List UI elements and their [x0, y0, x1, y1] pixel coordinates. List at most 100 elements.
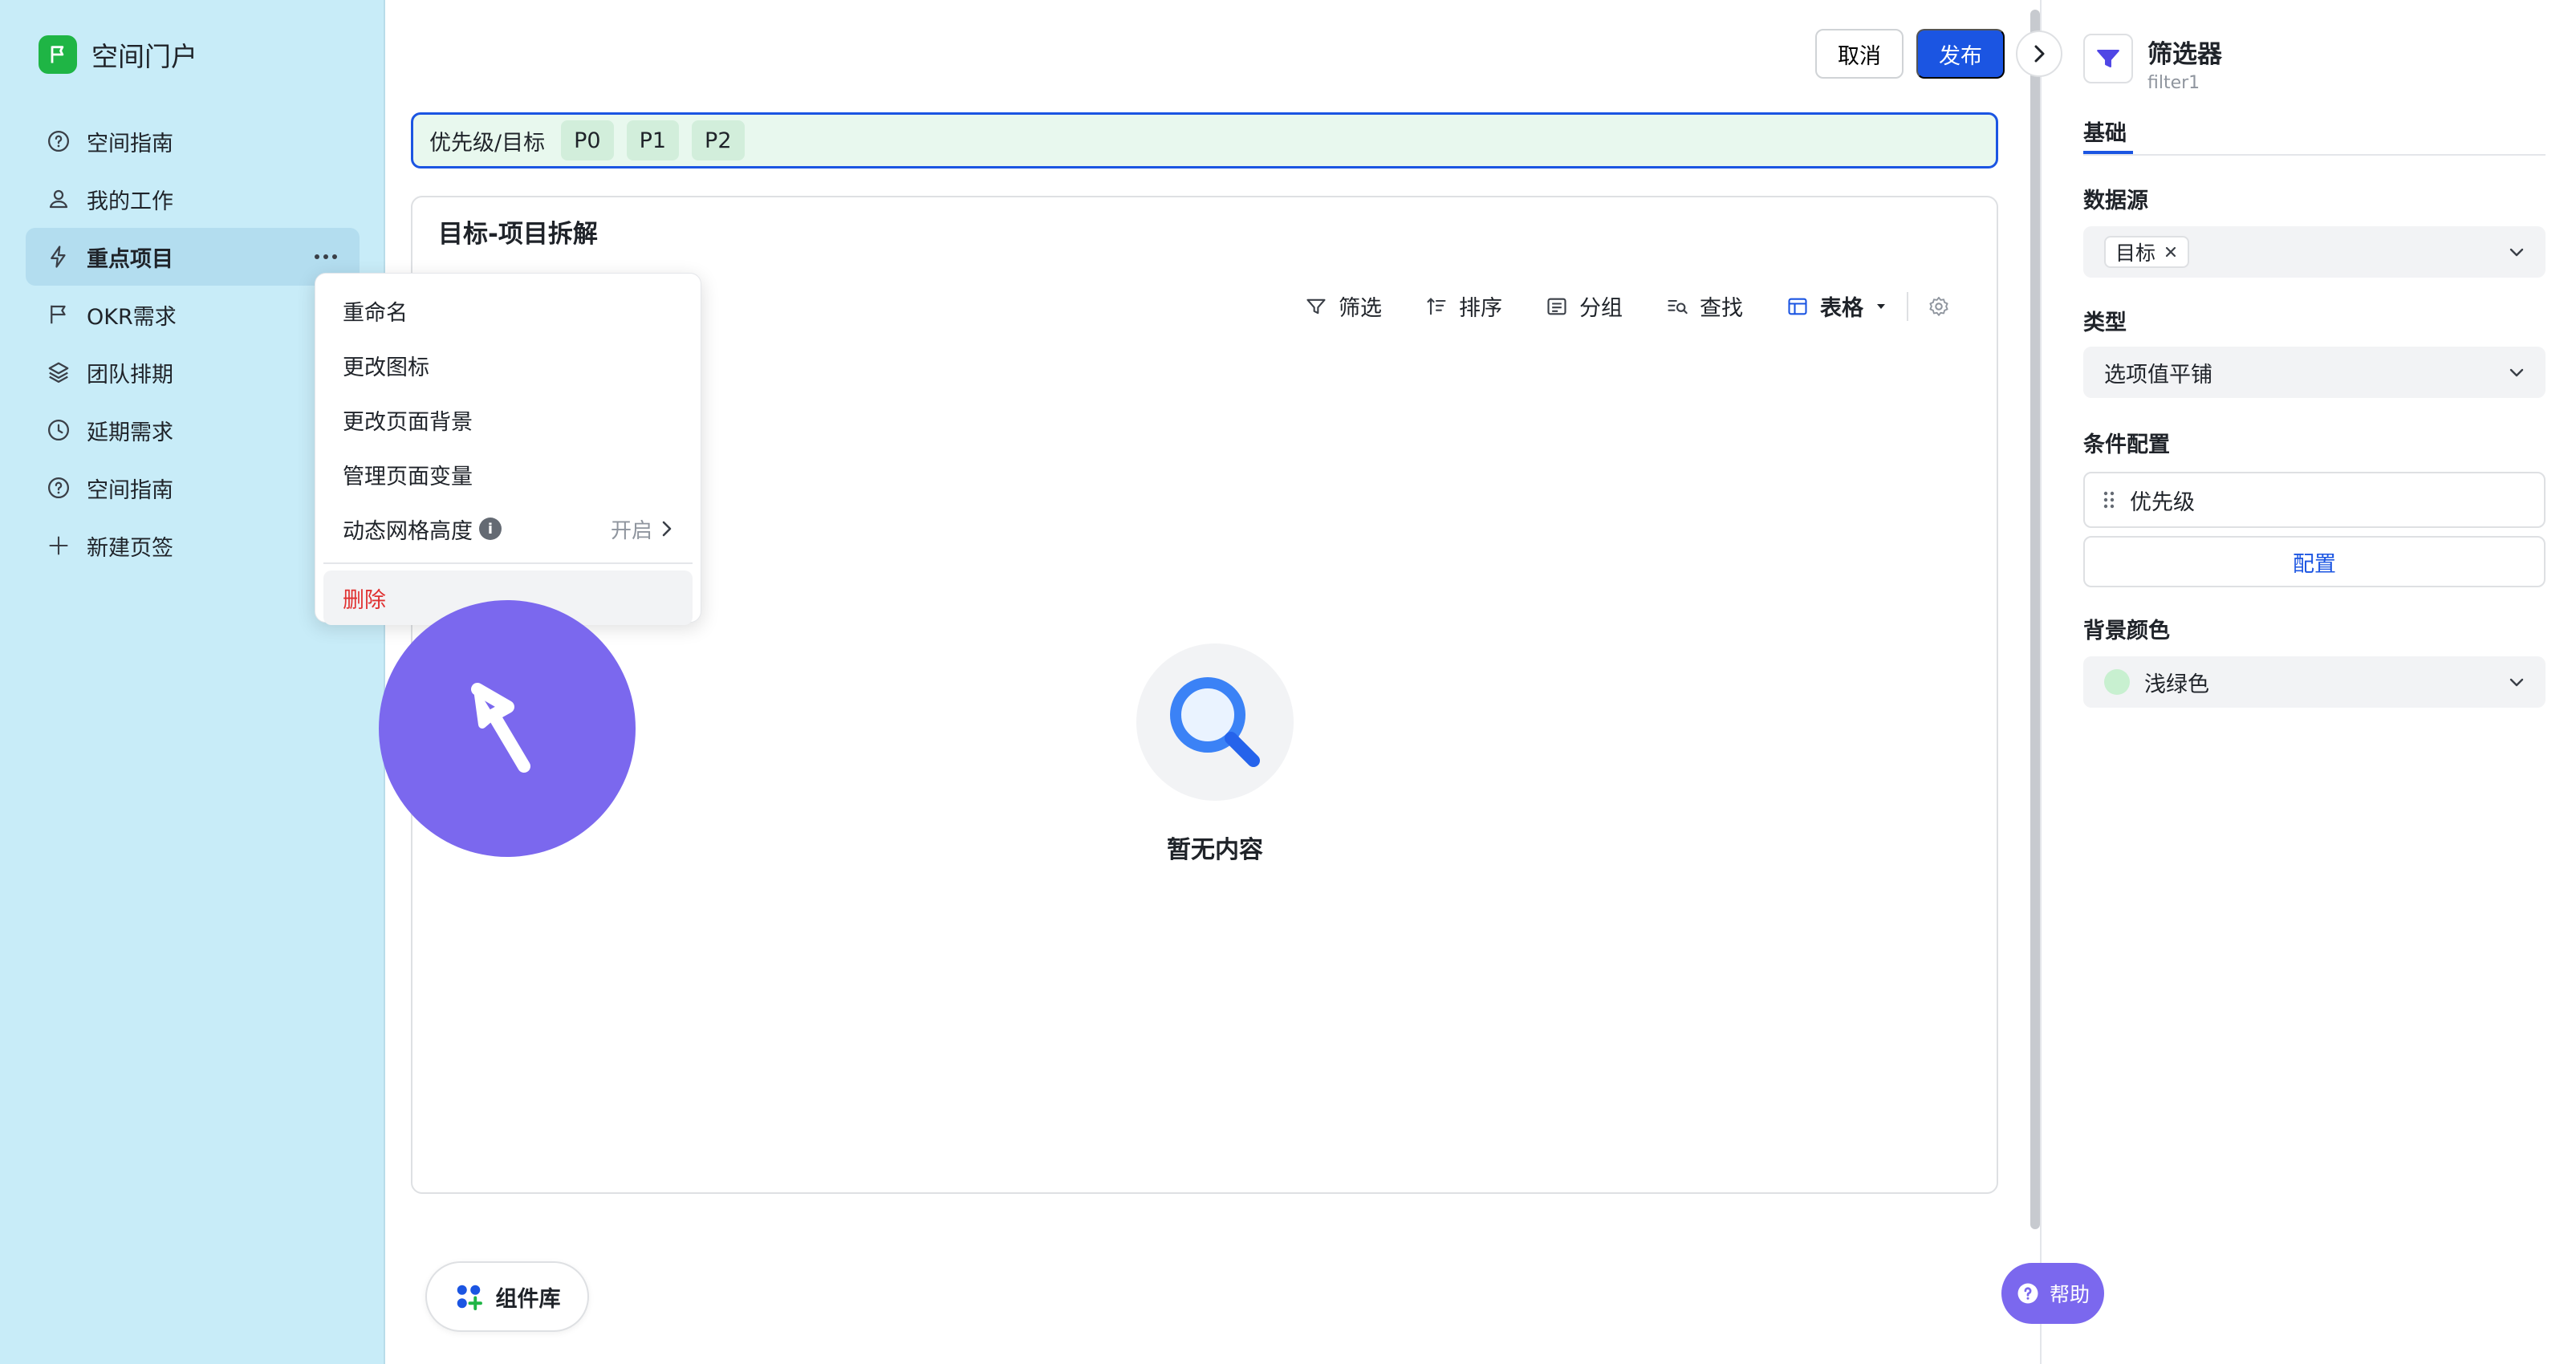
sidebar-item-team-schedule[interactable]: 团队排期 — [26, 343, 360, 401]
menu-item-label: 动态网格高度 — [343, 518, 473, 544]
space-flag-icon — [39, 35, 77, 74]
chevron-down-icon — [2509, 248, 2524, 257]
dynamic-grid-status: 开启 — [611, 514, 673, 544]
filter-chip-p0[interactable]: P0 — [561, 120, 614, 160]
sidebar-item-key-projects[interactable]: 重点项目 — [26, 228, 360, 286]
find-icon — [1668, 299, 1688, 314]
datasource-tag-label: 目标 — [2115, 242, 2156, 265]
card-title: 目标-项目拆解 — [438, 220, 598, 249]
tab-divider — [2083, 154, 2546, 156]
menu-item-dynamic-grid-height[interactable]: 动态网格高度 i 开启 — [323, 501, 693, 556]
info-icon[interactable]: i — [479, 518, 502, 540]
sidebar-item-label: 延期需求 — [87, 420, 173, 445]
help-circle-icon — [2017, 1283, 2038, 1304]
chevron-right-icon — [662, 521, 672, 537]
background-color-select[interactable]: 浅绿色 — [2083, 656, 2546, 708]
view-toolbar: 筛选 排序 分组 查找 表格 — [1305, 290, 1950, 322]
search-illustration-icon — [1136, 643, 1294, 801]
panel-subtitle: filter1 — [2147, 73, 2200, 93]
filter-icon — [1306, 298, 1326, 314]
chevron-down-icon — [2509, 678, 2524, 687]
layers-icon — [45, 359, 72, 386]
config-button[interactable]: 配置 — [2083, 536, 2546, 587]
empty-text: 暂无内容 — [1167, 836, 1263, 864]
filter-chip-p1[interactable]: P1 — [626, 120, 680, 160]
more-options-icon[interactable] — [311, 242, 340, 271]
publish-button[interactable]: 发布 — [1916, 29, 2005, 79]
menu-item-label: 管理页面变量 — [343, 464, 473, 489]
condition-item[interactable]: 优先级 — [2083, 472, 2546, 528]
sidebar-item-label: 新建页签 — [87, 535, 173, 561]
find-tool-button[interactable]: 查找 — [1666, 290, 1743, 322]
menu-item-label: 更改图标 — [343, 355, 429, 380]
sidebar-item-label: 团队排期 — [87, 362, 173, 388]
type-select[interactable]: 选项值平铺 — [2083, 347, 2546, 398]
close-icon[interactable] — [2164, 245, 2178, 259]
cursor-arrow-icon — [471, 683, 530, 773]
sidebar-item-guide[interactable]: 空间指南 — [26, 112, 360, 170]
sidebar-item-label: 我的工作 — [87, 189, 173, 214]
sidebar-item-guide-2[interactable]: 空间指南 — [26, 459, 360, 517]
panel-title: 筛选器 — [2147, 40, 2222, 69]
filter-chip-p2[interactable]: P2 — [692, 120, 745, 160]
sidebar-item-okr[interactable]: OKR需求 — [26, 286, 360, 343]
filter-component[interactable]: 优先级/目标 P0 P1 P2 — [411, 112, 1998, 168]
sidebar-item-label: OKR需求 — [87, 304, 177, 330]
panel-heading: 筛选器 filter1 — [2147, 34, 2222, 93]
tab-basic[interactable]: 基础 — [2083, 116, 2127, 147]
app-root: 空间门户 空间指南 我的工作 重点项目 OKR需求 团队排期 延期需求 空间指南… — [0, 0, 2576, 1364]
user-icon — [45, 185, 72, 213]
panel-header: 筛选器 filter1 — [2083, 34, 2222, 93]
tool-label: 筛选 — [1339, 296, 1382, 321]
context-menu: 重命名 更改图标 更改页面背景 管理页面变量 动态网格高度 i 开启 删除 — [315, 273, 701, 625]
sidebar-item-delayed[interactable]: 延期需求 — [26, 401, 360, 459]
sidebar-item-label: 重点项目 — [87, 246, 173, 272]
chevron-down-icon — [2509, 368, 2524, 377]
background-color-value: 浅绿色 — [2144, 672, 2209, 697]
component-library-button[interactable]: 组件库 — [425, 1261, 589, 1332]
settings-button[interactable] — [1928, 295, 1950, 318]
datasource-select[interactable]: 目标 — [2083, 226, 2546, 278]
sidebar-item-new-tab[interactable]: 新建页签 — [26, 517, 360, 574]
flag-icon — [45, 301, 72, 328]
filter-tool-button[interactable]: 筛选 — [1305, 290, 1382, 322]
apps-icon — [457, 1285, 482, 1310]
help-circle-icon — [45, 128, 72, 155]
properties-panel: 筛选器 filter1 基础 数据源 目标 类型 选项值平铺 条件配置 优先级 … — [2040, 0, 2576, 1364]
toolbar-divider — [1907, 291, 1908, 321]
tool-label: 查找 — [1700, 296, 1743, 321]
empty-state: 暂无内容 — [1135, 643, 1295, 865]
menu-item-change-background[interactable]: 更改页面背景 — [323, 392, 693, 447]
gear-icon — [1929, 296, 1948, 316]
drag-handle-icon[interactable] — [2103, 489, 2115, 510]
group-tool-button[interactable]: 分组 — [1546, 290, 1623, 322]
help-button[interactable]: 帮助 — [2001, 1263, 2104, 1324]
caret-down-icon — [1877, 303, 1885, 309]
sort-icon — [1427, 297, 1446, 315]
filter-label: 优先级/目标 — [429, 130, 546, 156]
sidebar-nav: 空间指南 我的工作 重点项目 OKR需求 团队排期 延期需求 空间指南 新建页签 — [26, 112, 360, 574]
sidebar-item-my-work[interactable]: 我的工作 — [26, 170, 360, 228]
color-swatch — [2104, 669, 2130, 695]
sidebar: 空间门户 空间指南 我的工作 重点项目 OKR需求 团队排期 延期需求 空间指南… — [0, 0, 385, 1364]
sidebar-item-label: 空间指南 — [87, 131, 173, 156]
brand[interactable]: 空间门户 — [39, 35, 197, 74]
menu-item-manage-variables[interactable]: 管理页面变量 — [323, 447, 693, 501]
plus-icon — [45, 532, 72, 559]
chevron-right-icon — [2034, 45, 2045, 63]
help-label: 帮助 — [2049, 1283, 2090, 1306]
datasource-label: 数据源 — [2083, 189, 2148, 213]
component-library-label: 组件库 — [495, 1286, 561, 1312]
clock-icon — [45, 416, 72, 444]
datasource-tag: 目标 — [2104, 236, 2190, 268]
collapse-panel-button[interactable] — [2016, 30, 2062, 77]
menu-divider — [323, 562, 693, 564]
view-switch-button[interactable]: 表格 — [1786, 290, 1887, 322]
lightning-icon — [45, 243, 72, 270]
cancel-button[interactable]: 取消 — [1815, 29, 1904, 79]
condition-label: 条件配置 — [2083, 432, 2170, 457]
vertical-scrollbar[interactable] — [2030, 10, 2040, 1229]
sort-tool-button[interactable]: 排序 — [1425, 290, 1502, 322]
menu-item-change-icon[interactable]: 更改图标 — [323, 338, 693, 392]
menu-item-rename[interactable]: 重命名 — [323, 283, 693, 338]
